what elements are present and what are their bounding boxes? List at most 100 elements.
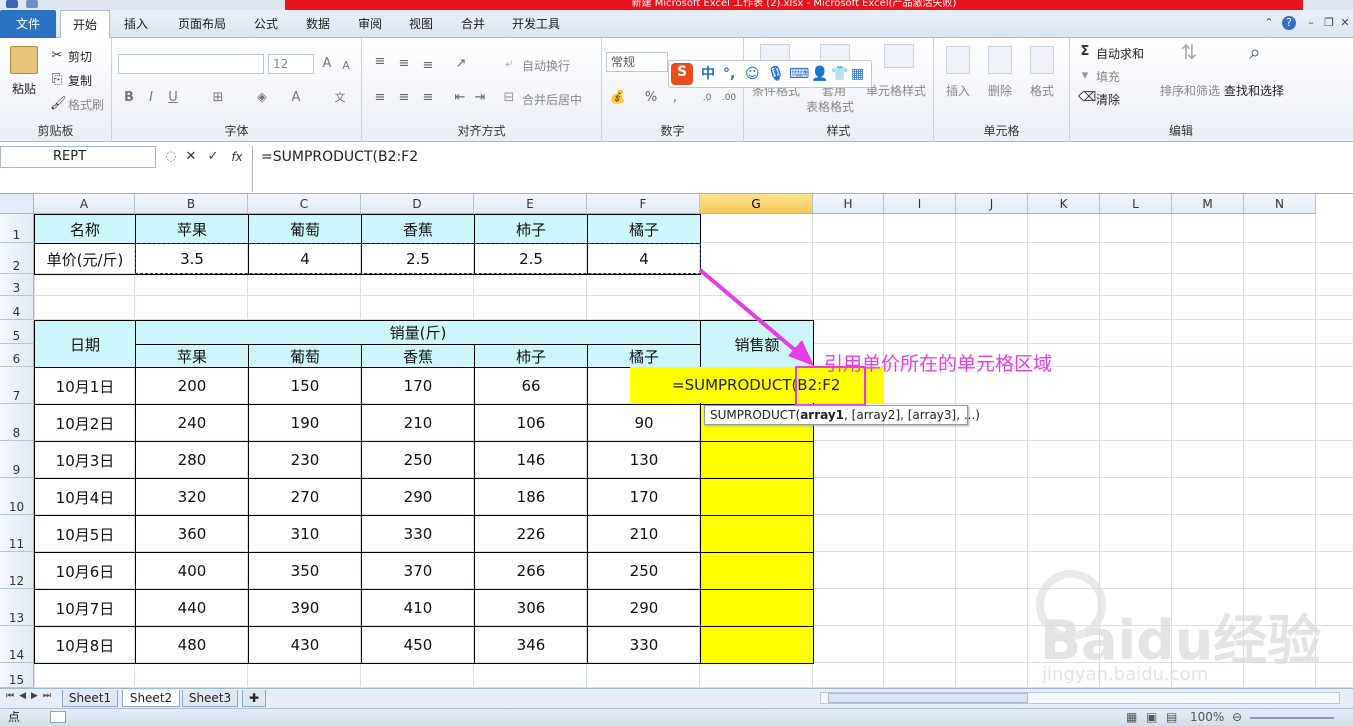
price-header-cell[interactable]: 橘子 [587, 214, 701, 244]
format-cells-button[interactable]: 格式 [1030, 82, 1054, 99]
ime-mode[interactable]: 中 [701, 65, 715, 83]
table-format-button-line2[interactable]: 表格格式 [806, 98, 854, 115]
column-header-c[interactable]: C [248, 194, 361, 214]
row-header-4[interactable]: 4 [0, 296, 34, 320]
new-sheet-icon[interactable]: ✚ [242, 690, 266, 707]
row-header-13[interactable]: 13 [0, 589, 34, 626]
sales-value-cell[interactable]: 410 [361, 589, 475, 627]
user-icon[interactable]: 👤 [811, 65, 828, 83]
sales-value-cell[interactable]: 150 [248, 367, 362, 405]
sales-value-cell[interactable]: 146 [474, 441, 588, 479]
cut-button[interactable]: 剪切 [68, 48, 92, 65]
sales-value-cell[interactable]: 130 [587, 441, 701, 479]
shrink-font-icon[interactable]: A [340, 58, 352, 74]
price-header-cell[interactable]: 香蕉 [361, 214, 475, 244]
name-box[interactable]: REPT [0, 146, 156, 168]
align-middle-icon[interactable]: ≡ [396, 56, 412, 72]
format-painter-button[interactable]: 格式刷 [68, 96, 104, 113]
row-header-2[interactable]: 2 [0, 243, 34, 274]
tab-merge[interactable]: 合并 [451, 10, 495, 38]
column-header-k[interactable]: K [1028, 194, 1100, 214]
row-header-3[interactable]: 3 [0, 274, 34, 296]
sales-value-cell[interactable]: 200 [135, 367, 249, 405]
wrap-text-button[interactable]: 自动换行 [522, 57, 570, 74]
column-header-b[interactable]: B [135, 194, 248, 214]
sales-value-cell[interactable]: 360 [135, 515, 249, 553]
zoom-slider[interactable] [1250, 717, 1334, 719]
sales-value-cell[interactable]: 280 [135, 441, 249, 479]
sheet-tab-3[interactable]: Sheet3 [182, 690, 238, 707]
orientation-icon[interactable]: ↗ [452, 56, 470, 72]
window-close-icon[interactable]: ✕ [1338, 16, 1352, 30]
sogou-logo-icon[interactable]: S [671, 63, 693, 85]
view-layout-icon[interactable]: ▣ [1146, 709, 1157, 726]
sales-value-cell[interactable]: 230 [248, 441, 362, 479]
sales-value-cell[interactable]: 270 [248, 478, 362, 516]
date-cell[interactable]: 10月5日 [34, 515, 136, 553]
sort-filter-button[interactable]: 排序和筛选 [1160, 82, 1220, 99]
bold-button[interactable]: B [122, 90, 136, 106]
underline-button[interactable]: U [166, 90, 180, 106]
amount-cell[interactable] [700, 626, 814, 664]
decrease-indent-icon[interactable]: ⇤ [452, 90, 468, 106]
tab-insert[interactable]: 插入 [114, 10, 158, 38]
sales-value-cell[interactable]: 330 [361, 515, 475, 553]
font-name-select[interactable] [118, 54, 264, 74]
fill-button[interactable]: 填充 [1096, 68, 1120, 85]
sales-value-cell[interactable]: 330 [587, 626, 701, 664]
fruit-header-cell[interactable]: 香蕉 [361, 344, 475, 368]
find-select-button[interactable]: 查找和选择 [1224, 82, 1284, 99]
amount-cell[interactable] [700, 589, 814, 627]
column-header-i[interactable]: I [884, 194, 956, 214]
sales-value-cell[interactable]: 170 [361, 367, 475, 405]
increase-decimal-icon[interactable]: .0 [698, 90, 716, 106]
sales-value-cell[interactable]: 170 [587, 478, 701, 516]
column-header-e[interactable]: E [474, 194, 587, 214]
amount-cell[interactable] [700, 478, 814, 516]
column-header-g[interactable]: G [700, 194, 813, 214]
select-all-corner[interactable] [0, 194, 34, 214]
date-cell[interactable]: 10月2日 [34, 404, 136, 442]
sales-value-cell[interactable]: 310 [248, 515, 362, 553]
zoom-out-icon[interactable]: ⊖ [1232, 709, 1242, 726]
sales-value-cell[interactable]: 450 [361, 626, 475, 664]
tab-developer[interactable]: 开发工具 [504, 10, 568, 38]
column-header-l[interactable]: L [1100, 194, 1172, 214]
minimize-ribbon-icon[interactable]: ⌃ [1262, 16, 1276, 30]
align-bottom-icon[interactable]: ≡ [420, 58, 436, 74]
font-size-select[interactable]: 12 [268, 54, 314, 74]
sales-value-cell[interactable]: 66 [474, 367, 588, 405]
macro-record-icon[interactable] [50, 711, 66, 723]
sales-value-cell[interactable]: 320 [135, 478, 249, 516]
paste-icon[interactable] [10, 46, 38, 74]
tab-home[interactable]: 开始 [60, 10, 110, 39]
sales-value-cell[interactable]: 390 [248, 589, 362, 627]
tab-view[interactable]: 视图 [399, 10, 443, 38]
number-format-select[interactable]: 常规 [606, 52, 668, 72]
align-center-icon[interactable]: ≡ [396, 90, 412, 106]
row-header-12[interactable]: 12 [0, 552, 34, 589]
sales-value-cell[interactable]: 190 [248, 404, 362, 442]
enter-icon[interactable]: ✓ [206, 149, 220, 165]
sales-value-cell[interactable]: 290 [361, 478, 475, 516]
tab-file[interactable]: 文件 [0, 10, 56, 38]
autosum-button[interactable]: 自动求和 [1096, 45, 1144, 62]
sales-value-cell[interactable]: 430 [248, 626, 362, 664]
column-header-h[interactable]: H [813, 194, 884, 214]
date-cell[interactable]: 10月4日 [34, 478, 136, 516]
sales-value-cell[interactable]: 440 [135, 589, 249, 627]
merge-center-button[interactable]: 合并后居中 [522, 91, 582, 108]
cell-styles-button[interactable]: 单元格样式 [866, 82, 926, 99]
tab-review[interactable]: 审阅 [348, 10, 392, 38]
sales-group-header-cell[interactable]: 销量(斤) [135, 320, 701, 345]
keyboard-icon[interactable]: ⌨ [789, 65, 809, 83]
fruit-header-cell[interactable]: 葡萄 [248, 344, 362, 368]
fruit-header-cell[interactable]: 橘子 [587, 344, 701, 368]
sales-value-cell[interactable]: 186 [474, 478, 588, 516]
save-icon[interactable] [26, 0, 38, 8]
microphone-icon[interactable]: 🎙 [767, 65, 785, 83]
zoom-level[interactable]: 100% [1190, 709, 1224, 726]
clear-button[interactable]: 清除 [1096, 91, 1120, 108]
sales-value-cell[interactable]: 370 [361, 552, 475, 590]
sheet-tab-2[interactable]: Sheet2 [122, 690, 180, 707]
